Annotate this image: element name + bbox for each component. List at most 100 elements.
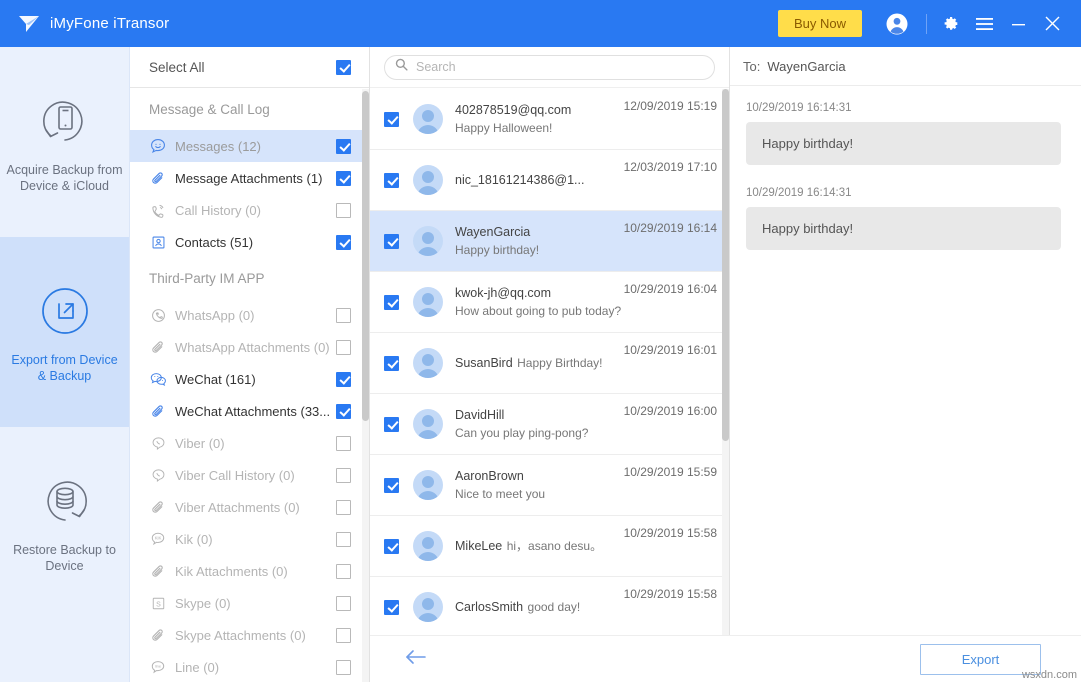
- search-box[interactable]: [384, 55, 715, 80]
- message-scrollbar-thumb[interactable]: [722, 89, 729, 441]
- category-item-viber-call-history[interactable]: Viber Call History (0): [130, 459, 369, 491]
- message-sender: SusanBird: [455, 356, 513, 370]
- category-item-line[interactable]: line Line (0): [130, 651, 369, 682]
- category-label-skype-attachments: Skype Attachments (0): [175, 628, 336, 643]
- account-circle-icon[interactable]: [880, 0, 914, 47]
- category-item-messages[interactable]: Messages (12): [130, 130, 369, 162]
- category-checkbox-viber-attachments[interactable]: [336, 500, 351, 515]
- message-sender: nic_18161214386@1...: [455, 173, 584, 187]
- nav-label-restore-backup: Restore Backup to Device: [6, 542, 124, 574]
- minimize-icon[interactable]: [1001, 0, 1035, 47]
- nav-label-acquire-backup: Acquire Backup from Device & iCloud: [6, 162, 124, 194]
- category-item-viber-attachments[interactable]: Viber Attachments (0): [130, 491, 369, 523]
- category-item-message-attachments[interactable]: Message Attachments (1): [130, 162, 369, 194]
- message-preview: Nice to meet you: [455, 487, 545, 501]
- gear-icon[interactable]: [933, 0, 967, 47]
- category-checkbox-contacts[interactable]: [336, 235, 351, 250]
- select-all-row[interactable]: Select All: [130, 47, 369, 88]
- avatar: [413, 592, 443, 622]
- category-item-contacts[interactable]: Contacts (51): [130, 226, 369, 258]
- nav-item-acquire-backup[interactable]: Acquire Backup from Device & iCloud: [0, 47, 129, 237]
- category-scrollbar-thumb[interactable]: [362, 91, 369, 421]
- category-item-wechat-attachments[interactable]: WeChat Attachments (33...: [130, 395, 369, 427]
- message-row[interactable]: MikeLee hi，asano desu。 10/29/2019 15:58: [370, 516, 729, 577]
- category-label-whatsapp-attachments: WhatsApp Attachments (0): [175, 340, 336, 355]
- nav-item-export[interactable]: Export from Device & Backup: [0, 237, 129, 427]
- message-checkbox[interactable]: [384, 234, 399, 249]
- category-item-whatsapp[interactable]: WhatsApp (0): [130, 299, 369, 331]
- select-all-checkbox[interactable]: [336, 60, 351, 75]
- category-item-call-history[interactable]: Call History (0): [130, 194, 369, 226]
- category-checkbox-kik-attachments[interactable]: [336, 564, 351, 579]
- titlebar-controls: Buy Now: [778, 0, 1081, 47]
- left-navigation: Acquire Backup from Device & iCloud Expo…: [0, 47, 130, 682]
- avatar: [413, 287, 443, 317]
- nav-item-restore-backup[interactable]: Restore Backup to Device: [0, 427, 129, 617]
- bubble-timestamp: 10/29/2019 16:14:31: [746, 102, 1061, 114]
- category-list: Message & Call Log Messages (12): [130, 89, 369, 682]
- category-checkbox-wechat-attachments[interactable]: [336, 404, 351, 419]
- message-list-panel: 402878519@qq.com Happy Halloween! 12/09/…: [370, 47, 730, 635]
- hamburger-menu-icon[interactable]: [967, 0, 1001, 47]
- category-checkbox-line[interactable]: [336, 660, 351, 675]
- back-button[interactable]: [402, 645, 430, 673]
- close-icon[interactable]: [1035, 0, 1069, 47]
- category-label-skype: Skype (0): [175, 596, 336, 611]
- category-item-skype[interactable]: S Skype (0): [130, 587, 369, 619]
- category-label-message-attachments: Message Attachments (1): [175, 171, 336, 186]
- message-checkbox[interactable]: [384, 356, 399, 371]
- message-checkbox[interactable]: [384, 112, 399, 127]
- paperclip-icon: [149, 402, 167, 420]
- message-checkbox[interactable]: [384, 295, 399, 310]
- category-scrollbar-track[interactable]: [362, 89, 369, 682]
- category-checkbox-viber-call-history[interactable]: [336, 468, 351, 483]
- category-checkbox-call-history[interactable]: [336, 203, 351, 218]
- category-item-skype-attachments[interactable]: Skype Attachments (0): [130, 619, 369, 651]
- message-row[interactable]: CarlosSmith good day! 10/29/2019 15:58: [370, 577, 729, 635]
- message-text: AaronBrown Nice to meet you: [455, 467, 616, 503]
- message-row[interactable]: SusanBird Happy Birthday! 10/29/2019 16:…: [370, 333, 729, 394]
- category-checkbox-messages[interactable]: [336, 139, 351, 154]
- message-date: 12/03/2019 17:10: [624, 160, 717, 174]
- buy-now-button[interactable]: Buy Now: [778, 10, 862, 38]
- category-checkbox-viber[interactable]: [336, 436, 351, 451]
- svg-text:line: line: [155, 664, 162, 669]
- category-group-header-messages: Message & Call Log: [130, 89, 369, 130]
- message-scrollbar-track[interactable]: [722, 89, 729, 635]
- message-date: 10/29/2019 16:14: [624, 221, 717, 235]
- app-logo-icon: [14, 9, 44, 39]
- category-checkbox-whatsapp-attachments[interactable]: [336, 340, 351, 355]
- message-checkbox[interactable]: [384, 539, 399, 554]
- category-item-whatsapp-attachments[interactable]: WhatsApp Attachments (0): [130, 331, 369, 363]
- message-checkbox[interactable]: [384, 173, 399, 188]
- message-date: 10/29/2019 15:59: [624, 465, 717, 479]
- category-checkbox-skype-attachments[interactable]: [336, 628, 351, 643]
- message-checkbox[interactable]: [384, 600, 399, 615]
- category-item-wechat[interactable]: WeChat (161): [130, 363, 369, 395]
- category-checkbox-message-attachments[interactable]: [336, 171, 351, 186]
- category-item-kik[interactable]: KiK Kik (0): [130, 523, 369, 555]
- search-input[interactable]: [416, 60, 704, 74]
- message-sender: MikeLee: [455, 539, 502, 553]
- category-checkbox-whatsapp[interactable]: [336, 308, 351, 323]
- category-checkbox-skype[interactable]: [336, 596, 351, 611]
- kik-icon: KiK: [149, 530, 167, 548]
- message-text: MikeLee hi，asano desu。: [455, 537, 616, 555]
- message-checkbox[interactable]: [384, 478, 399, 493]
- message-row[interactable]: kwok-jh@qq.com How about going to pub to…: [370, 272, 729, 333]
- avatar: [413, 531, 443, 561]
- category-checkbox-wechat[interactable]: [336, 372, 351, 387]
- category-item-viber[interactable]: Viber (0): [130, 427, 369, 459]
- message-row[interactable]: nic_18161214386@1... 12/03/2019 17:10: [370, 150, 729, 211]
- message-checkbox[interactable]: [384, 417, 399, 432]
- message-row[interactable]: AaronBrown Nice to meet you 10/29/2019 1…: [370, 455, 729, 516]
- message-row[interactable]: DavidHill Can you play ping-pong? 10/29/…: [370, 394, 729, 455]
- line-icon: line: [149, 658, 167, 676]
- titlebar-divider: [926, 14, 927, 34]
- category-checkbox-kik[interactable]: [336, 532, 351, 547]
- message-row[interactable]: 402878519@qq.com Happy Halloween! 12/09/…: [370, 89, 729, 150]
- category-item-kik-attachments[interactable]: Kik Attachments (0): [130, 555, 369, 587]
- message-row[interactable]: WayenGarcia Happy birthday! 10/29/2019 1…: [370, 211, 729, 272]
- message-date: 10/29/2019 15:58: [624, 526, 717, 540]
- message-bubble: Happy birthday!: [746, 207, 1061, 250]
